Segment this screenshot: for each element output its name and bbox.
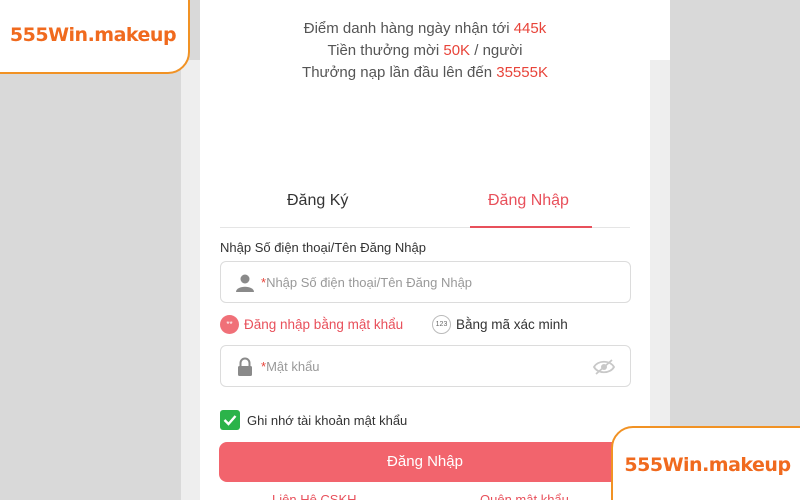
username-input[interactable]: *Nhập Số điện thoại/Tên Đăng Nhập <box>220 261 631 303</box>
promo-line-checkin: Điểm danh hàng ngày nhận tới 445k <box>303 20 547 37</box>
active-tab-indicator <box>470 226 592 228</box>
username-field-label: Nhập Số điện thoại/Tên Đăng Nhập <box>220 240 426 255</box>
watermark-logo-text: 555Win.makeup <box>624 454 791 476</box>
username-placeholder: *Nhập Số điện thoại/Tên Đăng Nhập <box>261 275 473 290</box>
login-button[interactable]: Đăng Nhập <box>219 442 631 482</box>
contact-support-link[interactable]: Liên Hệ CSKH <box>272 492 357 500</box>
check-icon <box>223 415 237 426</box>
promo-line-deposit: Thưởng nạp lần đầu lên đến 35555K <box>302 64 548 81</box>
password-method-icon: ** <box>220 315 239 334</box>
user-icon <box>235 273 255 293</box>
password-placeholder: *Mật khẩu <box>261 359 320 374</box>
eye-slash-icon[interactable] <box>592 358 616 376</box>
tab-login[interactable]: Đăng Nhập <box>488 192 569 210</box>
watermark-badge-bottom-right: 555Win.makeup <box>611 426 800 500</box>
background-strip-left <box>181 60 200 500</box>
remember-label: Ghi nhớ tài khoản mật khẩu <box>247 412 408 428</box>
promo-checkin-value: 445k <box>513 20 547 37</box>
login-by-code-option[interactable]: 123 Bằng mã xác minh <box>432 315 568 334</box>
promo-line-invite: Tiền thưởng mời 50K / người <box>327 42 523 59</box>
remember-me[interactable]: Ghi nhớ tài khoản mật khẩu <box>220 410 407 430</box>
login-by-code-label: Bằng mã xác minh <box>456 317 568 332</box>
remember-checkbox[interactable] <box>220 410 240 430</box>
login-by-password-option[interactable]: ** Đăng nhập bằng mật khẩu <box>220 315 403 334</box>
login-by-password-label: Đăng nhập bằng mật khẩu <box>244 317 404 332</box>
promo-invite-value: 50K <box>443 42 471 59</box>
watermark-badge-top-left: 555Win.makeup <box>0 0 190 74</box>
watermark-logo-text: 555Win.makeup <box>9 24 177 46</box>
promo-text: Điểm danh hàng ngày nhận tới 445k Tiền t… <box>200 18 650 84</box>
forgot-password-link[interactable]: Quên mật khẩu <box>480 492 569 500</box>
password-input[interactable]: *Mật khẩu <box>220 345 631 387</box>
code-method-icon: 123 <box>432 315 451 334</box>
promo-deposit-value: 35555K <box>496 64 548 81</box>
lock-icon <box>235 357 255 377</box>
auth-tabs: Đăng Ký Đăng Nhập <box>220 182 630 228</box>
tab-register[interactable]: Đăng Ký <box>287 192 348 210</box>
